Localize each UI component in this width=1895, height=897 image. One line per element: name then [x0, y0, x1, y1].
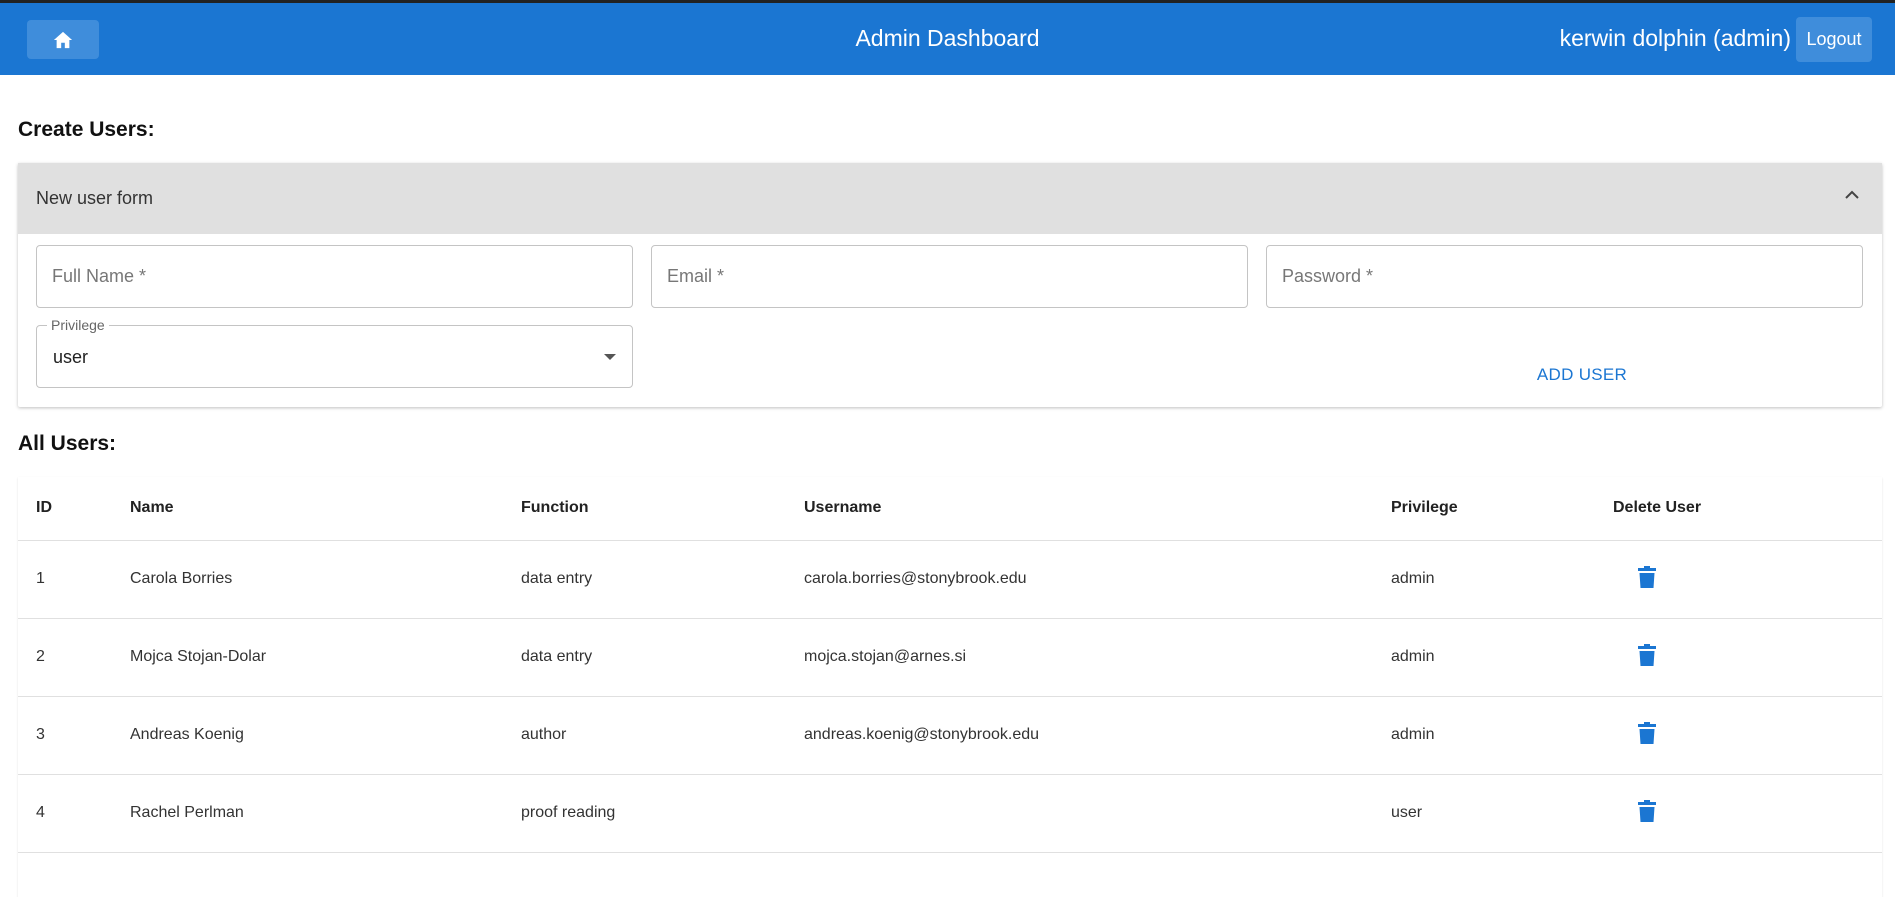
column-header-id: ID: [18, 477, 130, 541]
cell-function: author: [521, 696, 804, 775]
all-users-heading: All Users:: [18, 432, 117, 455]
chevron-up-icon: [1845, 190, 1859, 199]
delete-user-button[interactable]: [1638, 721, 1656, 749]
cell-username: carola.borries@stonybrook.edu: [804, 540, 1391, 619]
delete-user-button[interactable]: [1638, 799, 1656, 827]
cell-id: 1: [18, 540, 130, 619]
table-row: 1 Carola Borries data entry carola.borri…: [18, 540, 1882, 619]
table-row: 3 Andreas Koenig author andreas.koenig@s…: [18, 696, 1882, 775]
delete-user-button[interactable]: [1638, 643, 1656, 671]
add-user-button[interactable]: ADD USER: [1518, 355, 1646, 395]
new-user-form-panel: New user form Full Name * Email * Passwo…: [18, 163, 1882, 407]
column-header-function: Function: [521, 477, 804, 541]
password-placeholder: Password *: [1282, 266, 1374, 286]
users-table: ID Name Function Username Privilege Dele…: [18, 477, 1882, 897]
cell-function: data entry: [521, 618, 804, 697]
privilege-value: user: [53, 347, 89, 367]
app-bar: Admin Dashboard kerwin dolphin (admin) L…: [0, 3, 1895, 75]
column-header-delete-user: Delete User: [1613, 477, 1882, 541]
email-placeholder: Email *: [667, 266, 725, 286]
delete-user-button[interactable]: [1638, 565, 1656, 593]
email-field[interactable]: Email *: [651, 245, 1248, 308]
current-user-label: kerwin dolphin (admin): [1559, 25, 1791, 51]
privilege-select[interactable]: Privilege user: [36, 317, 633, 388]
cell-privilege: admin: [1391, 540, 1613, 619]
logout-button[interactable]: Logout: [1796, 17, 1872, 62]
cell-name: Carola Borries: [130, 540, 521, 619]
trash-icon: [1638, 721, 1656, 744]
create-users-heading: Create Users:: [18, 118, 155, 141]
cell-id: 4: [18, 774, 130, 853]
full-name-placeholder: Full Name *: [52, 266, 147, 286]
cell-delete: [1613, 774, 1882, 853]
table-row: 2 Mojca Stojan-Dolar data entry mojca.st…: [18, 618, 1882, 697]
table-header-row: ID Name Function Username Privilege Dele…: [18, 477, 1882, 541]
column-header-username: Username: [804, 477, 1391, 541]
cell-function: data entry: [521, 540, 804, 619]
trash-icon: [1638, 643, 1656, 666]
trash-icon: [1638, 799, 1656, 822]
cell-name: Rachel Perlman: [130, 774, 521, 853]
column-header-name: Name: [130, 477, 521, 541]
cell-id: 2: [18, 618, 130, 697]
cell-delete: [1613, 696, 1882, 775]
cell-name: Mojca Stojan-Dolar: [130, 618, 521, 697]
cell-name: Andreas Koenig: [130, 696, 521, 775]
dropdown-arrow-icon: [604, 354, 616, 360]
password-field[interactable]: Password *: [1266, 245, 1863, 308]
table-row: 4 Rachel Perlman proof reading user: [18, 774, 1882, 853]
full-name-field[interactable]: Full Name *: [36, 245, 633, 308]
cell-username: [804, 774, 1391, 853]
column-header-privilege: Privilege: [1391, 477, 1613, 541]
cell-delete: [1613, 618, 1882, 697]
cell-delete: [1613, 540, 1882, 619]
cell-id: 3: [18, 696, 130, 775]
privilege-label: Privilege: [47, 317, 109, 333]
new-user-form-title: New user form: [36, 188, 154, 208]
cell-username: andreas.koenig@stonybrook.edu: [804, 696, 1391, 775]
cell-username: mojca.stojan@arnes.si: [804, 618, 1391, 697]
cell-privilege: admin: [1391, 696, 1613, 775]
cell-privilege: user: [1391, 774, 1613, 853]
cell-privilege: admin: [1391, 618, 1613, 697]
cell-function: proof reading: [521, 774, 804, 853]
new-user-form-toggle[interactable]: New user form: [18, 163, 1882, 234]
trash-icon: [1638, 565, 1656, 588]
